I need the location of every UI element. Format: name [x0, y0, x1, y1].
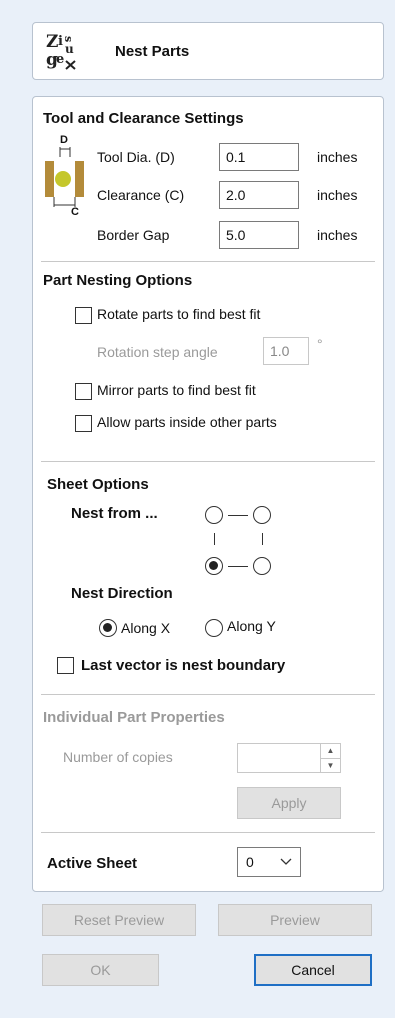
rotation-step-unit: ° — [317, 336, 323, 352]
preview-button[interactable]: Preview — [218, 904, 372, 936]
active-sheet-value: 0 — [246, 854, 254, 870]
tool-dia-unit: inches — [317, 149, 358, 165]
settings-panel: Tool and Clearance Settings D C Tool Dia… — [32, 96, 384, 892]
zig-zag-logo-icon: Z i s g e u — [46, 32, 76, 70]
mirror-parts-checkbox[interactable] — [75, 383, 92, 400]
clearance-unit: inches — [317, 187, 358, 203]
svg-text:e: e — [56, 52, 64, 67]
chevron-down-icon — [280, 858, 292, 865]
along-x-radio[interactable] — [99, 619, 117, 637]
svg-text:Z: Z — [46, 32, 58, 52]
active-sheet-label: Active Sheet — [47, 855, 138, 872]
nest-from-bottom-left-radio[interactable] — [205, 557, 223, 575]
page-title: Nest Parts — [115, 43, 190, 60]
corner-connector-line — [262, 533, 263, 545]
rotate-parts-checkbox[interactable] — [75, 307, 92, 324]
nesting-section-title: Part Nesting Options — [43, 272, 193, 289]
corner-connector-line — [214, 533, 215, 545]
svg-text:u: u — [65, 42, 74, 56]
allow-inside-checkbox[interactable] — [75, 415, 92, 432]
tool-section-title: Tool and Clearance Settings — [43, 110, 244, 127]
copies-spin-buttons[interactable]: ▲ ▼ — [320, 744, 340, 772]
rotation-step-label: Rotation step angle — [97, 344, 218, 360]
tool-dia-label: Tool Dia. (D) — [97, 149, 175, 165]
header-panel: Z i s g e u Nest Parts — [32, 22, 384, 80]
active-sheet-select[interactable]: 0 — [237, 847, 301, 877]
allow-inside-label: Allow parts inside other parts — [97, 414, 277, 430]
cancel-button[interactable]: Cancel — [254, 954, 372, 986]
individual-section-title: Individual Part Properties — [43, 709, 225, 726]
separator — [41, 832, 375, 833]
nest-from-bottom-right-radio[interactable] — [253, 557, 271, 575]
separator — [41, 261, 375, 262]
spin-up-icon[interactable]: ▲ — [321, 744, 340, 759]
clearance-input[interactable] — [219, 181, 299, 209]
sheet-section-title: Sheet Options — [47, 476, 149, 493]
nest-from-label: Nest from ... — [71, 505, 158, 522]
along-x-label: Along X — [121, 620, 171, 636]
reset-preview-button[interactable]: Reset Preview — [42, 904, 196, 936]
mirror-parts-label: Mirror parts to find best fit — [97, 382, 256, 398]
separator — [41, 461, 375, 462]
last-vector-boundary-label: Last vector is nest boundary — [81, 657, 286, 674]
tool-dia-input[interactable] — [219, 143, 299, 171]
diagram-label-d: D — [60, 134, 68, 146]
border-gap-label: Border Gap — [97, 227, 170, 243]
nest-from-top-right-radio[interactable] — [253, 506, 271, 524]
ok-button[interactable]: OK — [42, 954, 159, 986]
diagram-label-c: C — [71, 206, 79, 218]
spin-down-icon[interactable]: ▼ — [321, 759, 340, 773]
clearance-label: Clearance (C) — [97, 187, 185, 203]
border-gap-input[interactable] — [219, 221, 299, 249]
corner-connector-line — [228, 566, 248, 567]
copies-spinbox[interactable]: ▲ ▼ — [237, 743, 341, 773]
rotation-step-input[interactable] — [263, 337, 309, 365]
separator — [41, 694, 375, 695]
apply-button[interactable]: Apply — [237, 787, 341, 819]
tool-clearance-diagram-icon — [45, 147, 84, 207]
last-vector-boundary-checkbox[interactable] — [57, 657, 74, 674]
border-gap-unit: inches — [317, 227, 358, 243]
nest-from-top-left-radio[interactable] — [205, 506, 223, 524]
along-y-radio[interactable] — [205, 619, 223, 637]
corner-connector-line — [228, 515, 248, 516]
nest-direction-label: Nest Direction — [71, 585, 173, 602]
rotate-parts-label: Rotate parts to find best fit — [97, 306, 261, 322]
copies-label: Number of copies — [63, 749, 173, 765]
along-y-label: Along Y — [227, 618, 276, 634]
